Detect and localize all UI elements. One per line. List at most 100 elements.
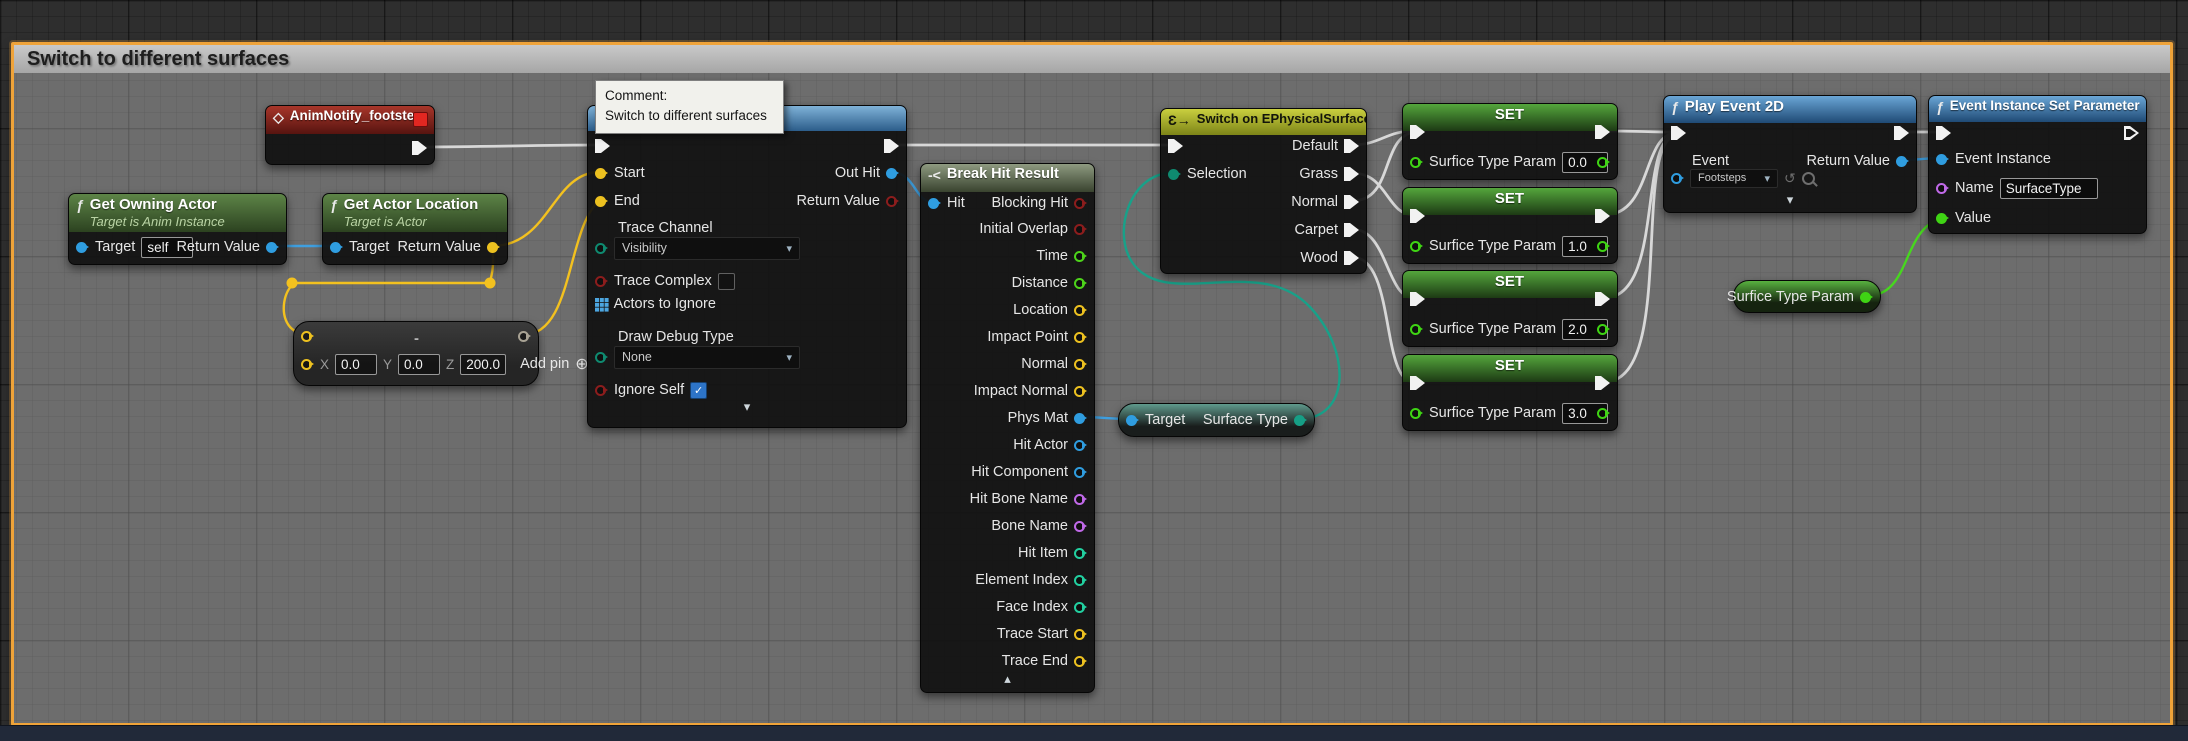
notify-red-badge[interactable] [413,112,428,127]
data-pin[interactable] [301,331,314,342]
chevron-down-icon[interactable]: ▾ [1664,193,1916,206]
line-trace-node[interactable]: ▾StartOut HitEndReturn ValueTrace Channe… [587,105,907,428]
reset-icon[interactable]: ↺ [1784,170,1796,187]
footsteps-dropdown[interactable]: Footsteps▾ [1690,169,1778,188]
impact-normal-pin[interactable] [1074,386,1087,397]
out-hit-pin[interactable] [886,168,899,179]
get-owning-actor-node[interactable]: ƒGet Owning ActorTarget is Anim Instance… [68,193,287,265]
exec-out-pin[interactable] [412,141,427,155]
exec-in-pin[interactable] [1410,292,1425,306]
start-pin[interactable] [595,168,608,179]
array-pin-icon[interactable] [595,298,599,302]
get-surface-type-node[interactable]: TargetSurface Type [1118,403,1315,437]
data-pin[interactable] [1597,241,1610,252]
data-pin[interactable] [1597,324,1610,335]
target-pin[interactable] [1126,415,1139,426]
trace-complex-checkbox[interactable] [718,273,735,290]
ignore-self-pin[interactable] [595,385,608,396]
exec-in-pin[interactable] [1936,126,1951,140]
selection-pin[interactable] [1168,169,1181,180]
hit-component-pin[interactable] [1074,467,1087,478]
data-pin[interactable] [1597,408,1610,419]
exec-out-pin[interactable] [2124,126,2139,140]
phys-mat-pin[interactable] [1074,413,1087,424]
exec-out-pin[interactable] [1595,376,1610,390]
set-surface-type-param-node-2[interactable]: SETSurfice Type Param1.0 [1402,187,1618,264]
surface-type-pin[interactable] [1294,415,1307,426]
name-pin[interactable] [1936,183,1949,194]
initial-overlap-pin[interactable] [1074,224,1087,235]
get-actor-location-node[interactable]: ƒGet Actor LocationTarget is ActorTarget… [322,193,508,265]
exec-in-pin[interactable] [1671,126,1686,140]
visibility-dropdown[interactable]: Visibility▾ [614,237,800,260]
face-index-pin[interactable] [1074,602,1087,613]
exec-in-pin[interactable] [595,139,610,153]
exec-in-pin[interactable] [1410,125,1425,139]
data-pin[interactable] [301,359,314,370]
location-pin[interactable] [1074,305,1087,316]
switch-on-ephysicalsurface-node[interactable]: Ɛ→Switch on EPhysicalSurfaceSelectionDef… [1160,108,1367,274]
set-surface-type-param-node-3[interactable]: SETSurfice Type Param2.0 [1402,270,1618,347]
exec-out-pin[interactable] [1344,139,1359,153]
target-pin[interactable] [330,242,343,253]
hit-actor-pin[interactable] [1074,440,1087,451]
surfice-type-param-pin[interactable] [1410,408,1423,419]
exec-out-pin[interactable] [1344,251,1359,265]
surface-type-param-get-node[interactable]: Surfice Type Param [1733,280,1881,313]
surfice-type-param-pin[interactable] [1860,292,1873,303]
event-instance-set-parameter-node[interactable]: ƒEvent Instance Set ParameterEvent Insta… [1928,95,2147,234]
exec-out-pin[interactable] [1344,223,1359,237]
trace-start-pin[interactable] [1074,629,1087,640]
vector-component-field[interactable]: 0.0 [398,354,440,375]
end-pin[interactable] [595,196,608,207]
surfice-type-param-pin[interactable] [1410,324,1423,335]
return-value-pin[interactable] [266,242,279,253]
exec-out-pin[interactable] [1344,167,1359,181]
chevron-down-icon[interactable]: ▾ [588,400,906,413]
none-dropdown[interactable]: None▾ [614,346,800,369]
impact-point-pin[interactable] [1074,332,1087,343]
surfice-type-param-pin[interactable] [1410,157,1423,168]
exec-out-pin[interactable] [1595,125,1610,139]
data-pin[interactable] [1597,157,1610,168]
hit-bone-name-pin[interactable] [1074,494,1087,505]
normal-pin[interactable] [1074,359,1087,370]
name-field[interactable]: SurfaceType [2000,178,2098,199]
surfice-type-param-pin[interactable] [1410,241,1423,252]
exec-out-pin[interactable] [1894,126,1909,140]
play-event-2d-node[interactable]: ƒPlay Event 2D▾Return ValueEventFootstep… [1663,95,1917,213]
event-instance-pin[interactable] [1936,154,1949,165]
exec-out-pin[interactable] [1344,195,1359,209]
distance-pin[interactable] [1074,278,1087,289]
set-surface-type-param-node-4[interactable]: SETSurfice Type Param3.0 [1402,354,1618,431]
trace-end-pin[interactable] [1074,656,1087,667]
data-pin[interactable] [595,352,608,363]
blocking-hit-pin[interactable] [1074,198,1087,209]
search-icon[interactable] [1802,172,1815,185]
element-index-pin[interactable] [1074,575,1087,586]
exec-in-pin[interactable] [1410,376,1425,390]
exec-in-pin[interactable] [1410,209,1425,223]
comment-title-bar[interactable]: Switch to different surfaces [14,45,2170,73]
exec-out-pin[interactable] [1595,209,1610,223]
exec-in-pin[interactable] [1168,139,1183,153]
blueprint-graph-canvas[interactable]: Switch to different surfaces ◇AnimNotify… [0,0,2188,741]
add-pin-label[interactable]: Add pin [520,356,569,372]
set-surface-type-param-node-1[interactable]: SETSurfice Type Param0.0 [1402,103,1618,180]
return-value-pin[interactable] [1896,156,1909,167]
vector-component-field[interactable]: 0.0 [335,354,377,375]
data-pin[interactable] [518,331,531,342]
hit-pin[interactable] [928,198,941,209]
hit-item-pin[interactable] [1074,548,1087,559]
value-pin[interactable] [1936,213,1949,224]
target-pin[interactable] [76,242,89,253]
exec-out-pin[interactable] [1595,292,1610,306]
vector-component-field[interactable]: 200.0 [460,354,506,375]
exec-out-pin[interactable] [884,139,899,153]
bone-name-pin[interactable] [1074,521,1087,532]
ignore-self-checkbox[interactable]: ✓ [690,382,707,399]
trace-complex-pin[interactable] [595,276,608,287]
time-pin[interactable] [1074,251,1087,262]
chevron-up-icon[interactable]: ▴ [921,672,1094,685]
data-pin[interactable] [1671,173,1684,184]
